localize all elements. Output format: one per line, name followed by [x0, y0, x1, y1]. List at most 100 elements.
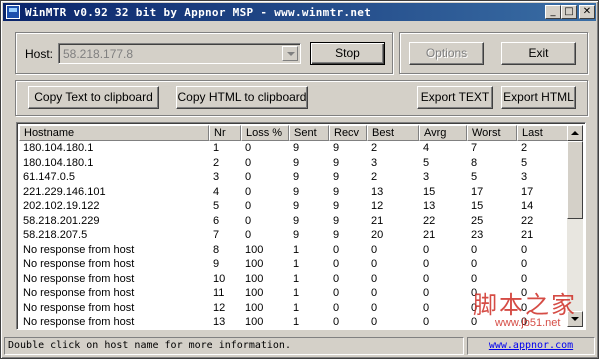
cell-best: 3: [371, 156, 378, 169]
cell-last: 22: [521, 214, 534, 227]
cell-nr: 10: [213, 272, 226, 285]
table-row[interactable]: 202.102.19.122 5 0 9 9 12 13 15 14: [19, 199, 569, 214]
cell-worst: 0: [471, 272, 478, 285]
cell-hostname[interactable]: 61.147.0.5: [19, 170, 209, 185]
cell-loss: 0: [245, 156, 252, 169]
exit-button[interactable]: Exit: [501, 42, 576, 65]
app-icon: [6, 5, 20, 19]
column-header-last[interactable]: Last: [517, 125, 569, 141]
cell-best: 20: [371, 229, 384, 241]
column-header-hostname[interactable]: Hostname: [19, 125, 209, 141]
export-text-button[interactable]: Export TEXT: [417, 86, 493, 109]
cell-nr: 6: [213, 214, 220, 227]
cell-sent: 1: [293, 272, 300, 285]
cell-nr: 8: [213, 243, 220, 256]
cell-avrg: 4: [423, 142, 430, 154]
table-row[interactable]: No response from host 10 100 1 0 0 0 0 0: [19, 272, 569, 287]
cell-sent: 9: [293, 200, 300, 212]
cell-loss: 100: [245, 287, 264, 299]
column-header-recv[interactable]: Recv: [329, 125, 367, 141]
window-title: WinMTR v0.92 32 bit by Appnor MSP - www.…: [25, 5, 372, 19]
cell-hostname[interactable]: 58.218.207.5: [19, 228, 209, 243]
cell-avrg: 0: [423, 301, 430, 314]
cell-recv: 9: [333, 156, 340, 169]
cell-hostname[interactable]: No response from host: [19, 286, 209, 301]
table-row[interactable]: No response from host 8 100 1 0 0 0 0 0: [19, 243, 569, 258]
column-header-nr[interactable]: Nr: [209, 125, 241, 141]
dropdown-arrow-icon[interactable]: [282, 46, 298, 61]
watermark: 脚本之家 www.jb51.net: [473, 285, 591, 335]
column-header-best[interactable]: Best: [367, 125, 419, 141]
cell-worst: 5: [471, 171, 478, 183]
cell-hostname[interactable]: No response from host: [19, 330, 209, 331]
table-row[interactable]: 61.147.0.5 3 0 9 9 2 3 5 3: [19, 170, 569, 185]
cell-avrg: 21: [423, 229, 436, 241]
cell-last: 0: [521, 258, 528, 270]
column-header-avrg[interactable]: Avrg: [419, 125, 467, 141]
cell-hostname[interactable]: 58.218.201.229: [19, 214, 209, 229]
cell-loss: 100: [245, 258, 264, 270]
cell-hostname[interactable]: No response from host: [19, 315, 209, 329]
table-row[interactable]: 221.229.146.101 4 0 9 9 13 15 17 17: [19, 185, 569, 200]
cell-loss: 0: [245, 142, 252, 154]
cell-worst: 7: [471, 142, 478, 154]
cell-sent: 9: [293, 142, 300, 154]
cell-hostname[interactable]: 202.102.19.122: [19, 199, 209, 214]
cell-recv: 0: [333, 301, 340, 314]
cell-hostname[interactable]: No response from host: [19, 243, 209, 258]
appnor-link[interactable]: www.appnor.com: [467, 337, 595, 355]
cell-avrg: 0: [423, 287, 430, 299]
column-header-worst[interactable]: Worst: [467, 125, 517, 141]
cell-recv: 0: [333, 272, 340, 285]
cell-hostname[interactable]: No response from host: [19, 301, 209, 316]
cell-nr: 1: [213, 142, 220, 154]
cell-hostname[interactable]: 180.104.180.1: [19, 141, 209, 156]
scroll-up-icon[interactable]: [567, 125, 583, 141]
table-row[interactable]: 180.104.180.1 1 0 9 9 2 4 7 2: [19, 141, 569, 156]
cell-hostname[interactable]: No response from host: [19, 257, 209, 272]
cell-sent: 9: [293, 185, 300, 198]
cell-sent: 1: [293, 243, 300, 256]
cell-recv: 9: [333, 171, 340, 183]
status-bar: Double click on host name for more infor…: [4, 337, 595, 355]
cell-hostname[interactable]: No response from host: [19, 272, 209, 287]
cell-last: 14: [521, 200, 534, 212]
column-header-sent[interactable]: Sent: [289, 125, 329, 141]
table-row[interactable]: 180.104.180.1 2 0 9 9 3 5 8 5: [19, 156, 569, 171]
cell-avrg: 13: [423, 200, 436, 212]
cell-sent: 1: [293, 301, 300, 314]
minimize-button[interactable]: _: [545, 5, 561, 19]
cell-loss: 0: [245, 200, 252, 212]
cell-hostname[interactable]: 180.104.180.1: [19, 156, 209, 171]
cell-recv: 9: [333, 214, 340, 227]
cell-avrg: 22: [423, 214, 436, 227]
copy-text-button[interactable]: Copy Text to clipboard: [28, 86, 159, 109]
cell-nr: 7: [213, 229, 220, 241]
cell-sent: 1: [293, 258, 300, 270]
options-button[interactable]: Options: [409, 42, 484, 65]
table-row[interactable]: 58.218.207.5 7 0 9 9 20 21 23 21: [19, 228, 569, 243]
cell-hostname[interactable]: 221.229.146.101: [19, 185, 209, 200]
cell-loss: 100: [245, 272, 264, 285]
cell-sent: 9: [293, 229, 300, 241]
cell-last: 5: [521, 156, 528, 169]
cell-worst: 15: [471, 200, 484, 212]
cell-sent: 1: [289, 330, 329, 331]
cell-last: 3: [521, 171, 528, 183]
cell-nr: 13: [213, 316, 226, 328]
host-combobox[interactable]: 58.218.177.8: [58, 43, 301, 64]
export-html-button[interactable]: Export HTML: [501, 86, 576, 109]
cell-nr: 4: [213, 185, 220, 198]
column-header-loss[interactable]: Loss %: [241, 125, 289, 141]
scroll-thumb[interactable]: [567, 141, 583, 219]
table-row[interactable]: 58.218.201.229 6 0 9 9 21 22 25 22: [19, 214, 569, 229]
cell-nr: 5: [213, 200, 220, 212]
table-row[interactable]: No response from host 9 100 1 0 0 0 0 0: [19, 257, 569, 272]
maximize-button[interactable]: □: [561, 5, 577, 19]
title-bar[interactable]: WinMTR v0.92 32 bit by Appnor MSP - www.…: [3, 3, 596, 21]
stop-button[interactable]: Stop: [310, 42, 385, 65]
close-button[interactable]: ✕: [579, 5, 595, 19]
cell-avrg: 5: [423, 156, 430, 169]
cell-sent: 9: [293, 214, 300, 227]
copy-html-button[interactable]: Copy HTML to clipboard: [176, 86, 308, 109]
